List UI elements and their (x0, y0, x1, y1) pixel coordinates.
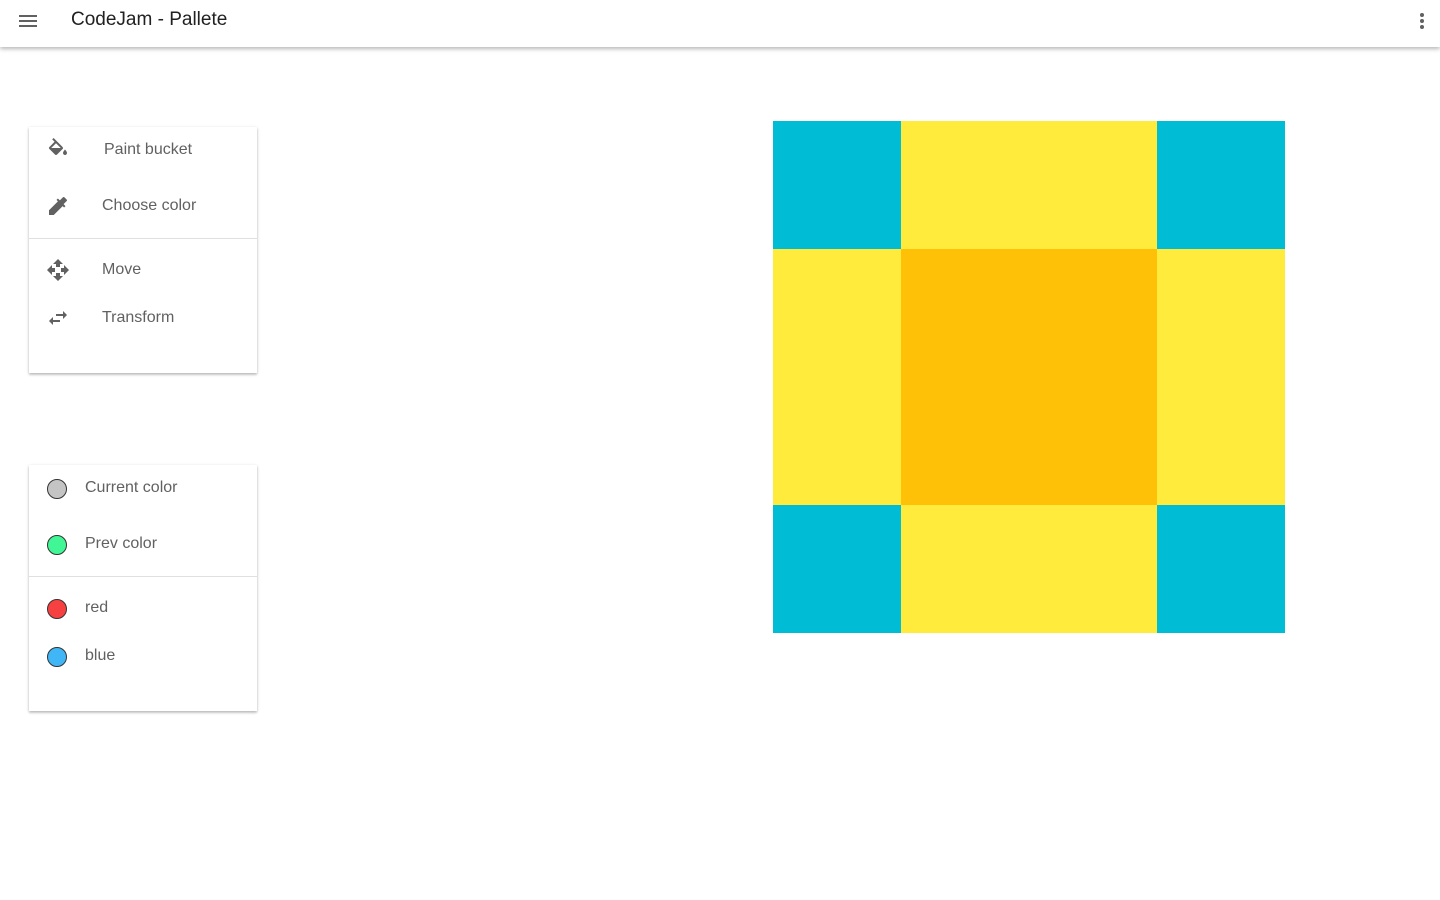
colors-panel: Current color Prev color red blue (29, 465, 257, 711)
more-vert-icon (1420, 13, 1424, 29)
tool-choose-color[interactable]: Choose color (29, 186, 257, 226)
canvas-cell-top-right[interactable] (1157, 121, 1285, 249)
drawing-canvas[interactable] (773, 121, 1285, 633)
move-icon (46, 258, 70, 282)
divider (29, 576, 257, 577)
paint-bucket-icon (46, 138, 70, 162)
color-red-item[interactable]: red (29, 588, 257, 628)
app-title: CodeJam - Pallete (71, 9, 228, 30)
color-blue-item[interactable]: blue (29, 636, 257, 676)
canvas-cell-top-left[interactable] (773, 121, 901, 249)
prev-color-swatch (47, 535, 67, 555)
color-label: Current color (85, 479, 178, 496)
prev-color-item[interactable]: Prev color (29, 524, 257, 564)
color-label: Prev color (85, 535, 158, 552)
tool-label: Paint bucket (104, 141, 193, 158)
tool-transform[interactable]: Transform (29, 298, 257, 338)
tool-label: Choose color (102, 197, 197, 214)
tool-paint-bucket[interactable]: Paint bucket (29, 130, 257, 170)
canvas-cell-center[interactable] (901, 249, 1157, 505)
canvas-cell-bottom-right[interactable] (1157, 505, 1285, 633)
more-options-button[interactable] (1412, 8, 1432, 34)
red-swatch (47, 599, 67, 619)
current-color-item[interactable]: Current color (29, 468, 257, 508)
menu-icon (19, 15, 37, 27)
blue-swatch (47, 647, 67, 667)
canvas-cell-bottom-left[interactable] (773, 505, 901, 633)
canvas-cell-middle-right[interactable] (1157, 249, 1285, 505)
current-color-swatch (47, 479, 67, 499)
menu-button[interactable] (14, 8, 42, 34)
canvas-cell-bottom-center[interactable] (901, 505, 1157, 633)
tool-label: Move (102, 261, 142, 278)
tool-move[interactable]: Move (29, 250, 257, 290)
eyedropper-icon (46, 194, 70, 218)
color-label: blue (85, 647, 116, 664)
transform-icon (46, 306, 70, 330)
app-bar: CodeJam - Pallete (0, 0, 1440, 47)
tool-label: Transform (102, 309, 175, 326)
canvas-cell-top-center[interactable] (901, 121, 1157, 249)
divider (29, 238, 257, 239)
tools-panel: Paint bucket Choose color Move Transform (29, 127, 257, 373)
canvas-cell-middle-left[interactable] (773, 249, 901, 505)
color-label: red (85, 599, 109, 616)
